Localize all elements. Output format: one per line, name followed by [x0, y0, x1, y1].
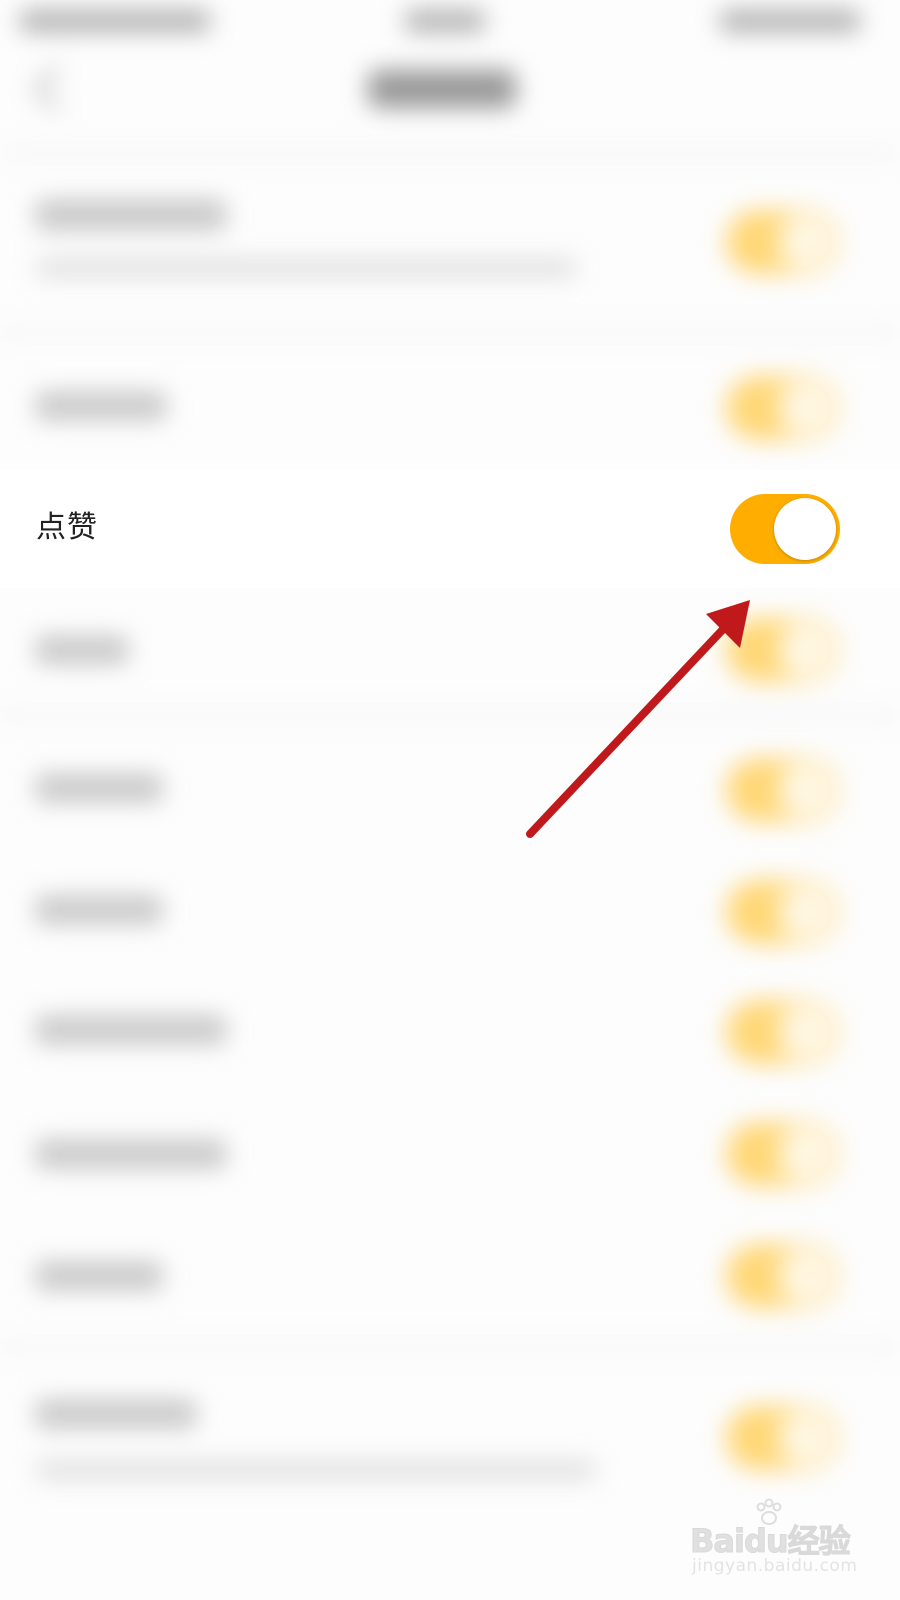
- row-5-title: [36, 774, 162, 802]
- row-5-toggle: [726, 758, 838, 822]
- row-6-toggle: [726, 880, 838, 944]
- row-8-toggle: [726, 1122, 838, 1186]
- blurred-settings-list: [0, 0, 900, 1600]
- row-10-subtitle: [36, 1460, 596, 1480]
- status-bar-left: [20, 10, 210, 32]
- row-4-toggle: [726, 618, 838, 682]
- row-6-title: [36, 896, 162, 924]
- row-1-toggle: [726, 210, 838, 274]
- row-1-title: [36, 200, 226, 230]
- status-bar-center: [405, 10, 485, 32]
- watermark-url: jingyan.baidu.com: [692, 1556, 858, 1576]
- like-toggle-switch[interactable]: [730, 494, 840, 564]
- section-divider: [0, 330, 900, 336]
- like-setting-label: 点赞: [36, 510, 98, 545]
- page-title: [368, 70, 516, 108]
- screen: 点赞 Baidu经验 jingyan.baidu.com: [0, 0, 900, 1600]
- row-10-title: [36, 1400, 196, 1428]
- back-icon: [33, 65, 80, 112]
- section-divider-3: [0, 1344, 900, 1350]
- status-bar-right: [720, 10, 860, 32]
- header-divider: [0, 150, 900, 156]
- row-4-title: [36, 636, 128, 664]
- row-1-subtitle: [36, 258, 576, 278]
- row-9-toggle: [726, 1244, 838, 1308]
- baidu-watermark: Baidu经验 jingyan.baidu.com: [688, 1498, 858, 1588]
- toggle-knob: [774, 498, 836, 560]
- row-9-title: [36, 1262, 162, 1290]
- section-divider-2: [0, 712, 900, 718]
- row-2-toggle: [726, 376, 838, 440]
- row-8-title: [36, 1140, 226, 1168]
- row-7-toggle: [726, 1000, 838, 1064]
- row-10-toggle: [726, 1406, 838, 1470]
- row-7-title: [36, 1016, 226, 1044]
- row-2-title: [36, 392, 166, 420]
